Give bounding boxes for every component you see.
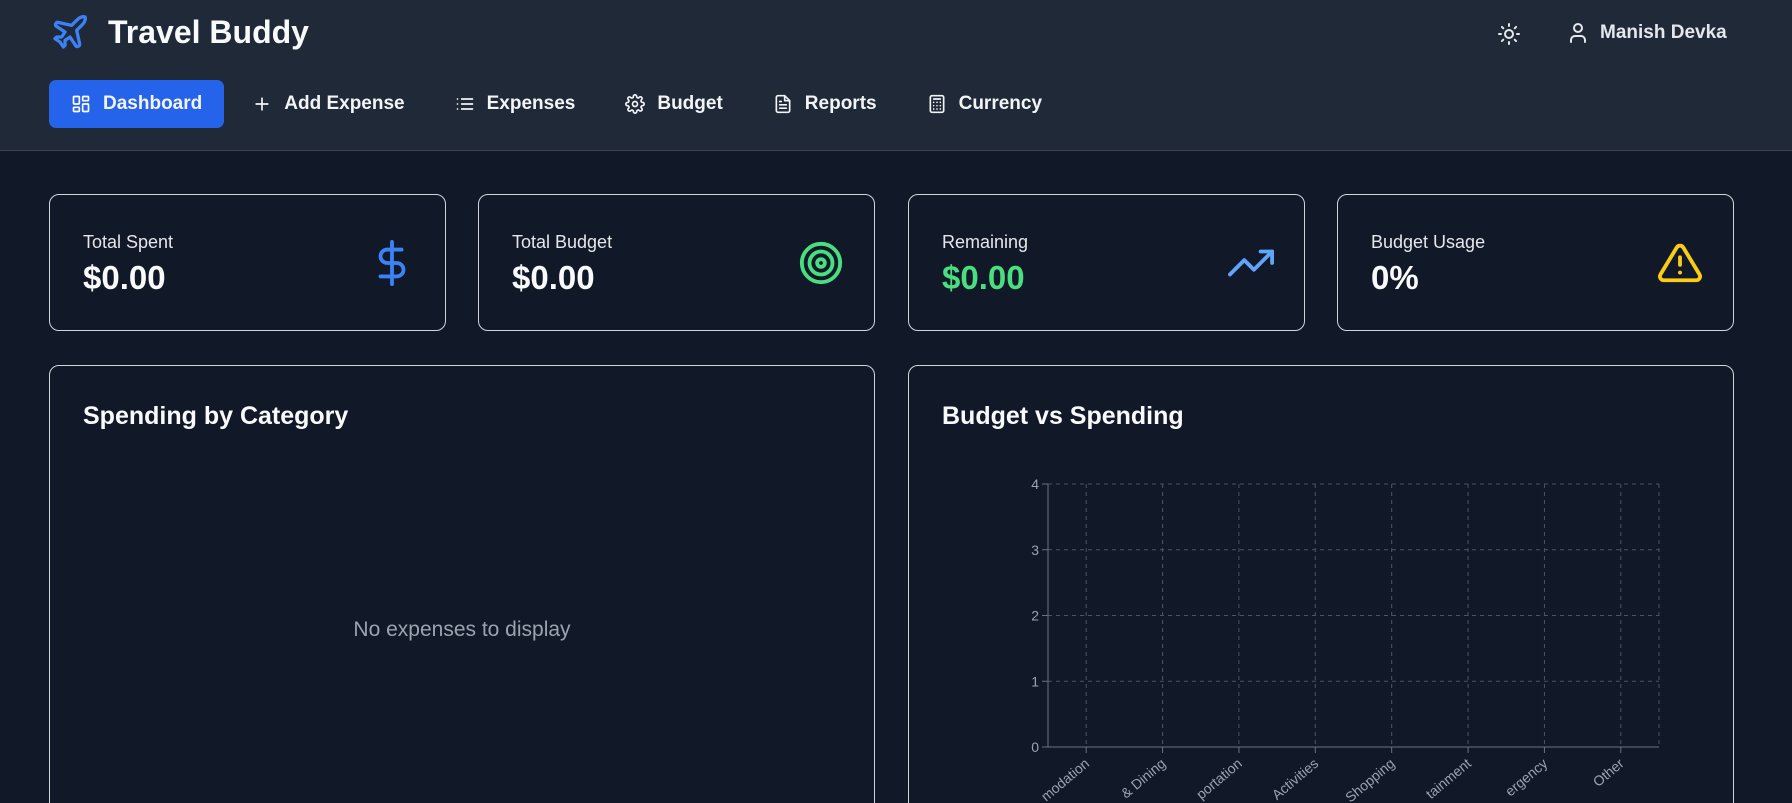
alert-triangle-icon — [1658, 243, 1702, 283]
list-icon — [456, 98, 473, 110]
app-header: Travel Buddy Manish Devka Dashboard Add … — [0, 0, 1792, 151]
file-text-icon — [775, 94, 791, 114]
target-icon — [799, 241, 843, 285]
panel-title: Spending by Category — [83, 402, 349, 430]
stat-label: Remaining — [942, 232, 1029, 252]
nav-reports[interactable]: Reports — [751, 80, 899, 128]
x-tick-label: Activities — [1269, 755, 1322, 803]
theme-toggle-button[interactable] — [1495, 20, 1523, 48]
gear-icon — [625, 94, 646, 114]
stat-value: $0.00 — [83, 259, 166, 296]
nav-label: Currency — [958, 93, 1043, 114]
x-tick-label: Other — [1590, 755, 1627, 790]
y-tick-label: 1 — [1031, 673, 1039, 689]
y-tick-label: 2 — [1031, 608, 1039, 624]
stat-card-remaining: Remaining $0.00 — [908, 194, 1305, 331]
app-title: Travel Buddy — [108, 13, 309, 50]
budget-vs-spending-panel: Budget vs Spending 0 1 2 3 4 modation & Dining… — [908, 365, 1734, 803]
nav-label: Budget — [657, 93, 723, 114]
calculator-icon — [929, 94, 945, 114]
stat-label: Budget Usage — [1371, 232, 1486, 252]
sun-icon — [1498, 23, 1520, 45]
dashboard-icon — [72, 95, 90, 113]
nav-currency[interactable]: Currency — [905, 80, 1064, 128]
nav-label: Expenses — [486, 93, 576, 114]
nav-add-expense[interactable]: Add Expense — [230, 80, 426, 128]
x-tick-label: Shopping — [1342, 755, 1398, 803]
stat-value: $0.00 — [942, 259, 1025, 296]
trending-up-icon — [1228, 249, 1274, 277]
plus-icon — [255, 97, 269, 111]
brand[interactable]: Travel Buddy — [50, 12, 309, 52]
x-tick-label: portation — [1193, 755, 1245, 802]
budget-vs-spending-chart: 0 1 2 3 4 modation & Dining portation Activities… — [1031, 476, 1660, 803]
stat-card-budget-usage: Budget Usage 0% — [1337, 194, 1734, 331]
stat-value: $0.00 — [512, 259, 595, 296]
user-name: Manish Devka — [1600, 22, 1727, 43]
nav-dashboard[interactable]: Dashboard — [49, 80, 225, 128]
stat-value: 0% — [1371, 259, 1419, 296]
stat-card-total-budget: Total Budget $0.00 — [478, 194, 875, 331]
nav-label: Reports — [804, 93, 877, 114]
user-menu[interactable]: Manish Devka — [1566, 20, 1727, 46]
stat-card-total-spent: Total Spent $0.00 — [49, 194, 446, 331]
plane-icon — [53, 15, 87, 49]
y-tick-label: 0 — [1031, 739, 1039, 755]
y-tick-label: 3 — [1031, 542, 1039, 558]
stat-label: Total Budget — [512, 232, 613, 252]
x-tick-label: tainment — [1423, 755, 1475, 802]
x-tick-label: ergency — [1502, 755, 1550, 799]
nav-label: Dashboard — [103, 93, 203, 114]
stat-label: Total Spent — [83, 232, 174, 252]
dollar-icon — [378, 240, 406, 286]
main-nav: Dashboard Add Expense Expenses Budget Re… — [49, 80, 1070, 128]
nav-label: Add Expense — [284, 93, 405, 114]
x-tick-label: modation — [1038, 755, 1092, 803]
nav-expenses[interactable]: Expenses — [433, 80, 598, 128]
nav-budget[interactable]: Budget — [603, 80, 744, 128]
user-icon — [1570, 23, 1586, 43]
spending-by-category-panel: Spending by Category No expenses to disp… — [49, 365, 875, 803]
y-tick-label: 4 — [1031, 476, 1039, 492]
x-tick-label: & Dining — [1118, 755, 1169, 801]
empty-state-text: No expenses to display — [353, 618, 571, 641]
